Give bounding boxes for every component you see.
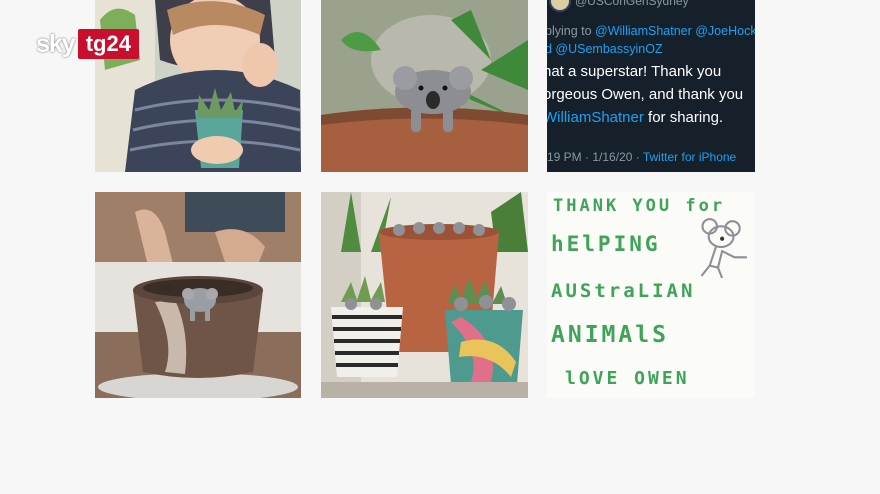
tweet-mention[interactable]: WilliamShatner [547,109,644,126]
tweet-line-3: for sharing. [643,109,724,126]
photo-koala-pots-group [321,192,528,398]
drawing-line-3: AUStraLIAN [551,280,696,302]
tweet-card: @USConGenSydney plying to @WilliamShatne… [547,0,755,172]
drawing-thank-you-note: THANK YOU for hElPING AUStraLIAN ANIMAlS… [547,192,755,398]
drawing-line-2: hElPING [551,232,661,256]
drawing-line-1: THANK YOU for [553,196,726,216]
avatar [549,0,571,12]
reply-prefix: plying to [547,24,596,38]
tweet-body: hat a superstar! Thank you orgeous Owen,… [547,60,743,129]
tweet-line-2: orgeous Owen, and thank you [547,86,744,103]
tweet-handle: @USConGenSydney [575,0,689,8]
tweet-timestamp: 19 PM · 1/16/20 · [547,150,643,164]
tweet-line-1: hat a superstar! Thank you [547,63,722,80]
logo-sky-text: sky [36,30,76,58]
photo-boy-with-plant [95,0,301,172]
koala-drawing-icon [700,218,747,278]
tweet-meta: 19 PM · 1/16/20 · Twitter for iPhone [547,150,736,164]
reply-mentions-line1[interactable]: @WilliamShatner @JoeHock [595,24,755,38]
logo-tg24-badge: tg24 [77,29,139,59]
photo-hands-with-pot [95,192,301,398]
tweet-source-link[interactable]: Twitter for iPhone [643,150,736,164]
photo-koala-pot-closeup [321,0,528,172]
tweet-reply-context: plying to @WilliamShatner @JoeHock d @US… [547,22,755,58]
sky-tg24-logo: sky tg24 [36,28,160,60]
drawing-line-5: lOVE OWEN [565,368,690,389]
reply-mentions-line2[interactable]: d @USembassyinOZ [547,42,663,56]
drawing-line-4: ANIMAlS [551,322,669,348]
